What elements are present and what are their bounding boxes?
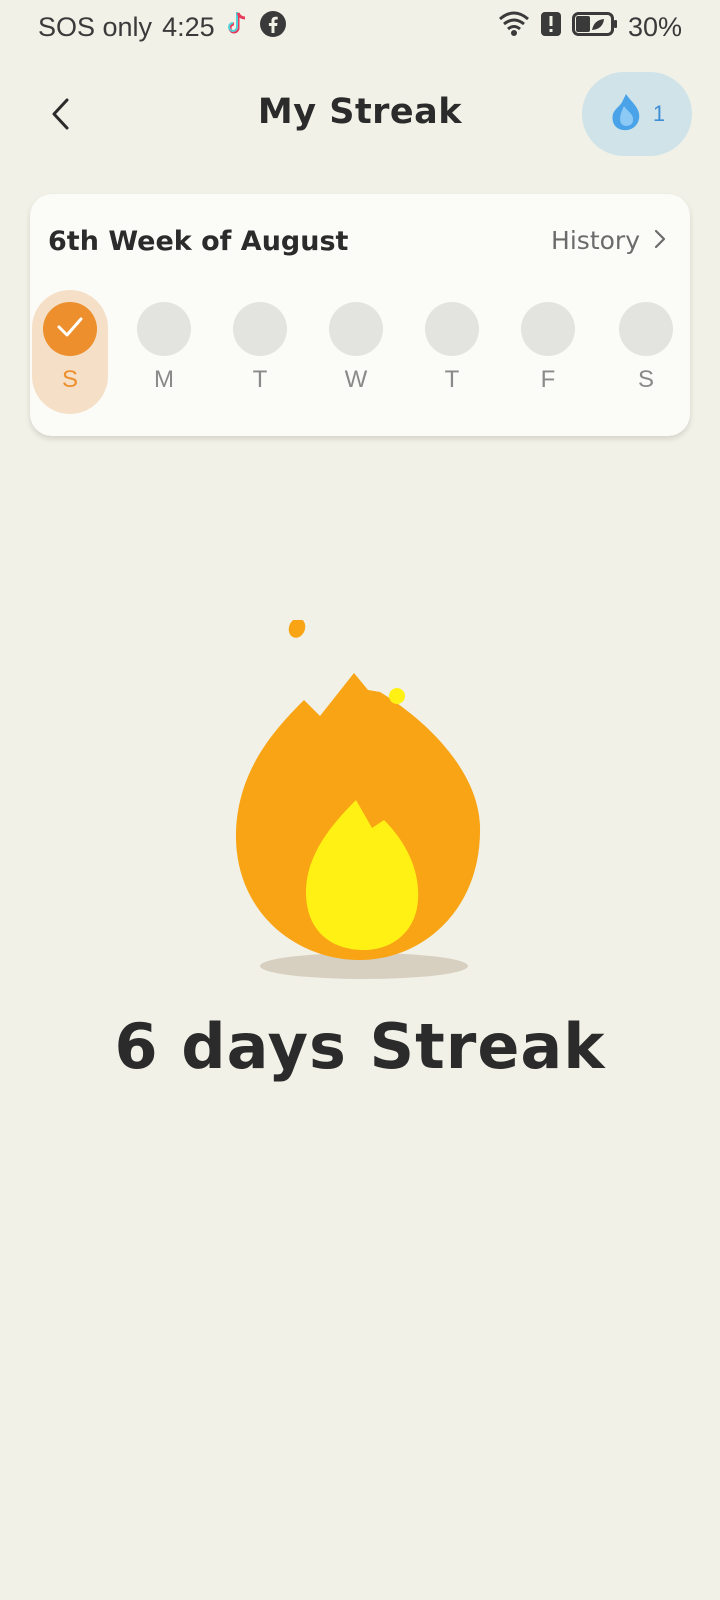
day-tuesday[interactable]: T <box>222 290 298 414</box>
day-label: M <box>154 366 174 393</box>
flame-icon <box>235 618 481 979</box>
day-label: S <box>637 366 654 393</box>
day-thursday[interactable]: T <box>414 290 490 414</box>
day-saturday[interactable]: S <box>608 290 684 414</box>
facebook-icon <box>259 10 287 45</box>
gem-icon <box>609 92 643 136</box>
day-friday[interactable]: F <box>510 290 586 414</box>
status-left: SOS only 4:25 <box>38 10 287 45</box>
history-label: History <box>551 226 640 255</box>
day-monday[interactable]: M <box>126 290 202 414</box>
day-circle <box>137 302 191 356</box>
day-circle <box>43 302 97 356</box>
streak-count-text: 6 days Streak <box>114 1010 606 1083</box>
day-circle <box>521 302 575 356</box>
history-link[interactable]: History <box>551 226 666 255</box>
battery-icon <box>571 11 618 44</box>
day-label: F <box>540 366 556 393</box>
day-circle <box>425 302 479 356</box>
check-icon <box>56 316 84 342</box>
day-label: T <box>444 366 460 393</box>
status-bar: SOS only 4:25 30% <box>0 0 720 56</box>
carrier-label: SOS only <box>38 12 153 42</box>
battery-level: 30% <box>627 12 682 42</box>
gem-count: 1 <box>652 101 666 126</box>
day-label: T <box>252 366 268 393</box>
gem-counter-button[interactable]: 1 <box>582 72 692 156</box>
day-wednesday[interactable]: W <box>318 290 394 414</box>
wifi-icon <box>498 10 530 45</box>
tiktok-icon <box>225 11 249 44</box>
day-label: S <box>61 366 78 393</box>
day-circle <box>329 302 383 356</box>
header: My Streak 1 <box>0 70 720 160</box>
day-circle <box>619 302 673 356</box>
alert-icon <box>540 11 562 44</box>
status-right: 30% <box>498 10 682 45</box>
day-sunday[interactable]: S <box>32 290 108 414</box>
day-label: W <box>344 366 368 393</box>
day-circle <box>233 302 287 356</box>
week-title: 6th Week of August <box>48 226 349 257</box>
week-card: 6th Week of August History S M T W T F S <box>30 194 690 436</box>
flame-illustration <box>220 618 500 980</box>
clock: 4:25 <box>162 12 215 42</box>
chevron-right-icon <box>654 226 666 255</box>
